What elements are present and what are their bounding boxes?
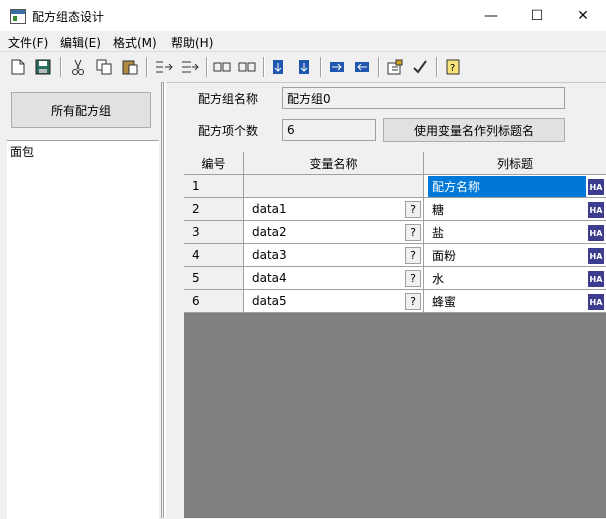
app-icon <box>10 9 26 24</box>
table-row: 5 data4? 水 HA <box>184 267 606 290</box>
toolbar-separator <box>206 57 208 77</box>
pane-splitter[interactable] <box>163 82 166 518</box>
group-name-field[interactable]: 配方组0 <box>282 87 565 109</box>
var-name-cell[interactable]: data4? <box>244 267 424 290</box>
col-title-text: 水 <box>432 271 445 286</box>
var-name-text: data2 <box>252 225 287 239</box>
check-icon[interactable] <box>410 57 430 77</box>
header-no: 编号 <box>184 152 244 175</box>
title-bar: 配方组态设计 — ☐ ✕ <box>0 0 606 31</box>
insert-column-icon[interactable] <box>154 57 174 77</box>
header-format-icon[interactable]: HA <box>588 202 604 218</box>
properties-icon[interactable] <box>385 57 405 77</box>
row-number: 2 <box>184 198 244 221</box>
table-row: 4 data3? 面粉 HA <box>184 244 606 267</box>
table-row: 2 data1? 糖 HA <box>184 198 606 221</box>
browse-var-button[interactable]: ? <box>405 247 421 264</box>
use-var-as-header-button[interactable]: 使用变量名作列标题名 <box>383 118 565 142</box>
var-name-text: data5 <box>252 294 287 308</box>
col-title-cell[interactable]: 糖 HA <box>424 198 606 221</box>
var-name-text: data1 <box>252 202 287 216</box>
close-button[interactable]: ✕ <box>560 0 606 31</box>
var-name-text: data4 <box>252 271 287 285</box>
table-row: 6 data5? 蜂蜜 HA <box>184 290 606 313</box>
toolbar-separator <box>60 57 62 77</box>
group-list: 面包 <box>7 140 159 519</box>
table-row: 3 data2? 盐 HA <box>184 221 606 244</box>
col-title-text: 面粉 <box>432 248 457 263</box>
window-title: 配方组态设计 <box>32 10 105 24</box>
move-left-icon[interactable] <box>352 57 372 77</box>
group-list-item[interactable]: 面包 <box>10 143 34 160</box>
header-format-icon[interactable]: HA <box>588 225 604 241</box>
col-title-text: 盐 <box>432 225 445 240</box>
svg-text:?: ? <box>450 63 455 74</box>
group-name-label: 配方组名称 <box>198 92 259 106</box>
append-column-icon[interactable] <box>180 57 200 77</box>
minimize-button[interactable]: — <box>468 0 514 31</box>
save-icon[interactable] <box>33 57 53 77</box>
header-format-icon[interactable]: HA <box>588 248 604 264</box>
browse-var-button[interactable]: ? <box>405 293 421 310</box>
browse-var-button[interactable]: ? <box>405 201 421 218</box>
row-number: 5 <box>184 267 244 290</box>
toolbar-separator <box>320 57 322 77</box>
var-name-text: data3 <box>252 248 287 262</box>
paste-icon[interactable] <box>120 57 140 77</box>
col-title-text: 蜂蜜 <box>432 294 457 309</box>
new-file-icon[interactable] <box>8 57 28 77</box>
table-row: 1 配方名称 HA <box>184 175 606 198</box>
help-icon[interactable]: ? <box>443 57 463 77</box>
browse-var-button[interactable]: ? <box>405 270 421 287</box>
var-name-cell <box>244 175 424 198</box>
var-name-cell[interactable]: data3? <box>244 244 424 267</box>
menu-file[interactable]: 文件(F) <box>8 34 48 51</box>
col-title-cell[interactable]: 面粉 HA <box>424 244 606 267</box>
item-count-label: 配方项个数 <box>198 124 259 138</box>
toolbar: ? <box>0 51 606 83</box>
maximize-button[interactable]: ☐ <box>514 0 560 31</box>
delete-row-icon[interactable] <box>237 57 257 77</box>
move-down-icon[interactable] <box>294 57 314 77</box>
row-number: 6 <box>184 290 244 313</box>
toolbar-separator <box>436 57 438 77</box>
var-name-cell[interactable]: data1? <box>244 198 424 221</box>
menu-edit[interactable]: 编辑(E) <box>60 34 101 51</box>
toolbar-separator <box>146 57 148 77</box>
toolbar-separator <box>263 57 265 77</box>
col-title-cell[interactable]: 蜂蜜 HA <box>424 290 606 313</box>
menu-bar: 文件(F) 编辑(E) 格式(M) 帮助(H) <box>0 31 606 51</box>
recipe-grid: 编号 变量名称 列标题 1 配方名称 HA 2 data1? 糖 HA 3 data… <box>184 152 606 518</box>
cut-icon[interactable] <box>68 57 88 77</box>
header-var-name: 变量名称 <box>244 152 424 175</box>
menu-help[interactable]: 帮助(H) <box>171 34 213 51</box>
insert-row-icon[interactable] <box>212 57 232 77</box>
header-format-icon[interactable]: HA <box>588 271 604 287</box>
browse-var-button[interactable]: ? <box>405 224 421 241</box>
col-title-cell[interactable]: 水 HA <box>424 267 606 290</box>
col-title-cell[interactable]: 盐 HA <box>424 221 606 244</box>
move-right-icon[interactable] <box>327 57 347 77</box>
copy-icon[interactable] <box>94 57 114 77</box>
col-title-cell-selected[interactable]: 配方名称 HA <box>424 175 606 198</box>
header-format-icon[interactable]: HA <box>588 294 604 310</box>
row-number: 4 <box>184 244 244 267</box>
col-title-text[interactable]: 配方名称 <box>428 175 586 197</box>
header-format-icon[interactable]: HA <box>588 179 604 195</box>
item-count-field[interactable]: 6 <box>282 119 376 141</box>
menu-format[interactable]: 格式(M) <box>113 34 157 51</box>
header-col-title: 列标题 <box>424 152 606 175</box>
row-number: 3 <box>184 221 244 244</box>
var-name-cell[interactable]: data2? <box>244 221 424 244</box>
move-up-icon[interactable] <box>268 57 288 77</box>
toolbar-separator <box>378 57 380 77</box>
var-name-cell[interactable]: data5? <box>244 290 424 313</box>
col-title-text: 糖 <box>432 202 445 217</box>
all-groups-button[interactable]: 所有配方组 <box>11 92 151 128</box>
row-number: 1 <box>184 175 244 198</box>
